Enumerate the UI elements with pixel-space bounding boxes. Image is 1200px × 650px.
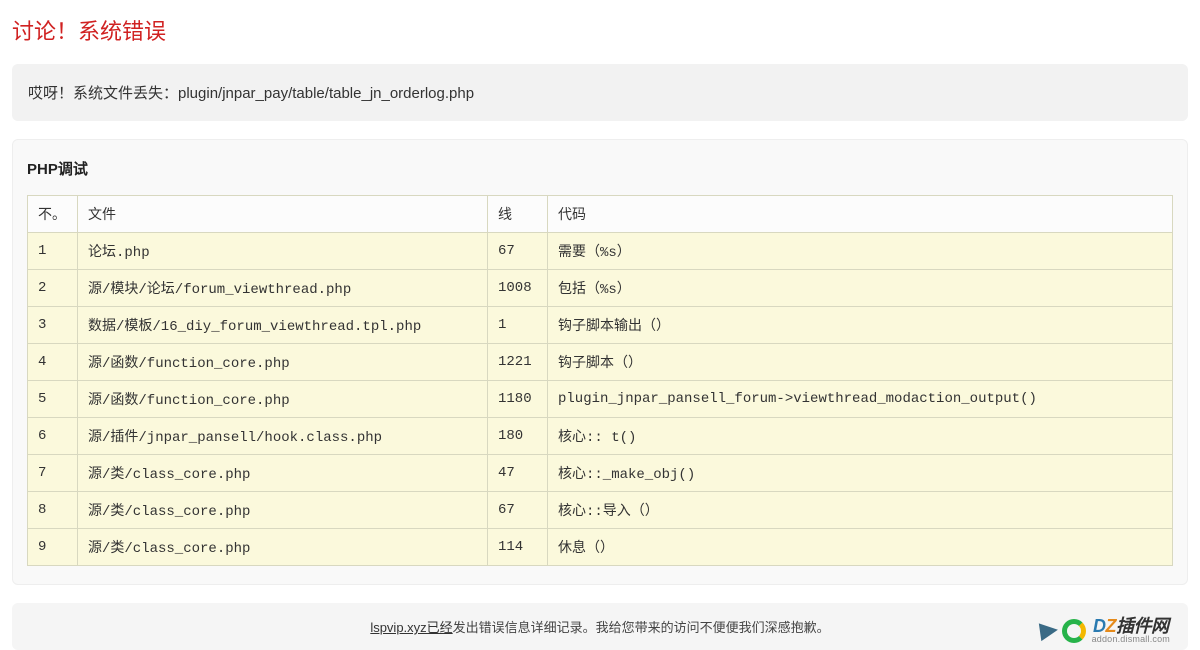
table-row: 1论坛.php67需要（%s） bbox=[28, 233, 1173, 270]
cell-no: 5 bbox=[28, 381, 78, 418]
cell-code: 需要（%s） bbox=[548, 233, 1173, 270]
table-row: 6源/插件/jnpar_pansell/hook.class.php180核心:… bbox=[28, 418, 1173, 455]
circle-logo-icon bbox=[1062, 619, 1086, 643]
cell-code: 核心:: t() bbox=[548, 418, 1173, 455]
cell-no: 4 bbox=[28, 344, 78, 381]
footer-link[interactable]: lspvip.xyz已经 bbox=[370, 620, 452, 635]
page-title: 讨论！系统错误 bbox=[0, 0, 1200, 56]
cell-file: 源/模块/论坛/forum_viewthread.php bbox=[78, 270, 488, 307]
table-row: 9源/类/class_core.php114休息（） bbox=[28, 529, 1173, 566]
cell-no: 9 bbox=[28, 529, 78, 566]
cell-code: 休息（） bbox=[548, 529, 1173, 566]
table-row: 7源/类/class_core.php47核心::_make_obj() bbox=[28, 455, 1173, 492]
cell-code: 包括（%s） bbox=[548, 270, 1173, 307]
cell-code: 钩子脚本输出（） bbox=[548, 307, 1173, 344]
cell-code: plugin_jnpar_pansell_forum->viewthread_m… bbox=[548, 381, 1173, 418]
header-line: 线 bbox=[488, 196, 548, 233]
table-row: 3数据/模板/16_diy_forum_viewthread.tpl.php1钩… bbox=[28, 307, 1173, 344]
paper-plane-icon bbox=[1038, 620, 1058, 640]
error-message-box: 哎呀！系统文件丢失：plugin/jnpar_pay/table/table_j… bbox=[12, 64, 1188, 121]
watermark-text: DZ插件网 addon.dismall.com bbox=[1092, 617, 1170, 644]
cell-file: 源/类/class_core.php bbox=[78, 529, 488, 566]
cell-line: 1221 bbox=[488, 344, 548, 381]
error-message-text: 哎呀！系统文件丢失：plugin/jnpar_pay/table/table_j… bbox=[28, 85, 474, 102]
debug-title: PHP调试 bbox=[27, 158, 1173, 179]
cell-no: 7 bbox=[28, 455, 78, 492]
cell-file: 数据/模板/16_diy_forum_viewthread.tpl.php bbox=[78, 307, 488, 344]
watermark-domain: addon.dismall.com bbox=[1092, 635, 1170, 644]
cell-no: 6 bbox=[28, 418, 78, 455]
header-code: 代码 bbox=[548, 196, 1173, 233]
table-row: 5源/函数/function_core.php1180plugin_jnpar_… bbox=[28, 381, 1173, 418]
cell-line: 1 bbox=[488, 307, 548, 344]
table-row: 2源/模块/论坛/forum_viewthread.php1008包括（%s） bbox=[28, 270, 1173, 307]
footer-bar: lspvip.xyz已经发出错误信息详细记录。我给您带来的访问不便便我们深感抱歉… bbox=[12, 603, 1188, 650]
cell-line: 1008 bbox=[488, 270, 548, 307]
table-header-row: 不。 文件 线 代码 bbox=[28, 196, 1173, 233]
cell-line: 1180 bbox=[488, 381, 548, 418]
cell-code: 钩子脚本（） bbox=[548, 344, 1173, 381]
cell-file: 论坛.php bbox=[78, 233, 488, 270]
cell-file: 源/函数/function_core.php bbox=[78, 381, 488, 418]
cell-line: 67 bbox=[488, 233, 548, 270]
cell-line: 67 bbox=[488, 492, 548, 529]
cell-file: 源/类/class_core.php bbox=[78, 455, 488, 492]
watermark: DZ插件网 addon.dismall.com bbox=[1040, 617, 1170, 644]
cell-line: 180 bbox=[488, 418, 548, 455]
header-no: 不。 bbox=[28, 196, 78, 233]
table-row: 8源/类/class_core.php67核心::导入（） bbox=[28, 492, 1173, 529]
cell-line: 47 bbox=[488, 455, 548, 492]
cell-code: 核心::导入（） bbox=[548, 492, 1173, 529]
debug-section: PHP调试 不。 文件 线 代码 1论坛.php67需要（%s）2源/模块/论坛… bbox=[12, 139, 1188, 585]
debug-table: 不。 文件 线 代码 1论坛.php67需要（%s）2源/模块/论坛/forum… bbox=[27, 195, 1173, 566]
table-row: 4源/函数/function_core.php1221钩子脚本（） bbox=[28, 344, 1173, 381]
cell-no: 2 bbox=[28, 270, 78, 307]
cell-file: 源/插件/jnpar_pansell/hook.class.php bbox=[78, 418, 488, 455]
cell-no: 8 bbox=[28, 492, 78, 529]
cell-no: 1 bbox=[28, 233, 78, 270]
cell-no: 3 bbox=[28, 307, 78, 344]
watermark-brand: DZ插件网 bbox=[1092, 617, 1170, 635]
cell-code: 核心::_make_obj() bbox=[548, 455, 1173, 492]
footer-rest-text: 发出错误信息详细记录。我给您带来的访问不便便我们深感抱歉。 bbox=[453, 620, 830, 635]
header-file: 文件 bbox=[78, 196, 488, 233]
cell-line: 114 bbox=[488, 529, 548, 566]
cell-file: 源/函数/function_core.php bbox=[78, 344, 488, 381]
cell-file: 源/类/class_core.php bbox=[78, 492, 488, 529]
